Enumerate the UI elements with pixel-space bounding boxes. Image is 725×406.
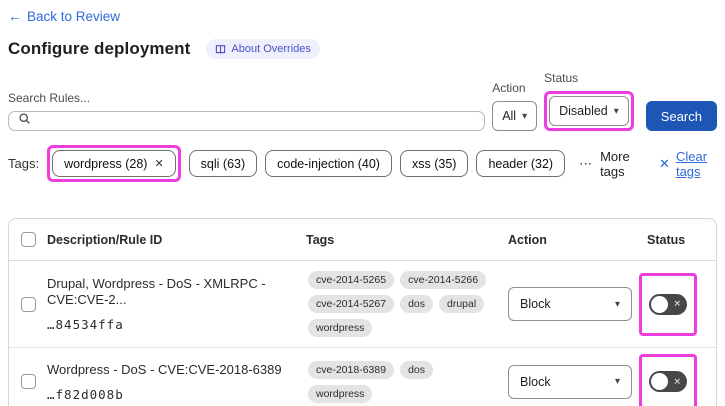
tag-filter-pill[interactable]: sqli (63) <box>188 150 258 177</box>
page-title: Configure deployment <box>8 39 191 58</box>
search-input[interactable] <box>38 113 476 129</box>
chevron-down-icon: ▾ <box>614 376 620 388</box>
action-select[interactable]: Block ▾ <box>508 287 632 321</box>
toggle-off-icon: ✕ <box>673 298 681 309</box>
action-select-value: Block <box>520 297 551 311</box>
about-overrides-badge[interactable]: About Overrides <box>206 39 320 59</box>
more-tags-label: More tags <box>600 148 630 179</box>
table-row: Wordpress - DoS - CVE:CVE-2018-6389 …f82… <box>9 348 716 406</box>
row-checkbox[interactable] <box>20 296 36 312</box>
table-header-row: Description/Rule ID Tags Action Status <box>9 219 716 261</box>
rule-tags: cve-2018-6389 dos wordpress <box>306 351 506 406</box>
configure-deployment-page: ← Back to Review Configure deployment Ab… <box>0 0 725 406</box>
rule-tags: cve-2014-5265 cve-2014-5266 cve-2014-5267 d… <box>306 261 506 347</box>
search-button[interactable]: Search <box>645 101 717 131</box>
remove-tag-icon[interactable]: ✕ <box>154 157 163 170</box>
chevron-down-icon: ▾ <box>613 105 619 117</box>
rule-tag-badge: drupal <box>439 295 485 313</box>
status-filter-select[interactable]: Disabled ▾ <box>549 96 629 126</box>
tag-filter-pill[interactable]: code-injection (40) <box>265 150 392 177</box>
clear-icon: ✕ <box>659 155 670 171</box>
toggle-knob <box>651 295 668 313</box>
status-toggle[interactable]: ✕ <box>649 371 687 393</box>
status-filter-label: Status <box>544 71 579 85</box>
rule-tag-badge: wordpress <box>308 319 373 337</box>
rule-description: Wordpress - DoS - CVE:CVE-2018-6389 <box>47 362 282 377</box>
column-header-status: Status <box>647 232 686 247</box>
back-to-review-link[interactable]: ← Back to Review <box>8 8 120 24</box>
table-row: Drupal, Wordpress - DoS - XMLRPC - CVE:C… <box>9 261 716 348</box>
status-toggle-highlight: ✕ <box>639 272 697 336</box>
badge-label: About Overrides <box>231 43 311 55</box>
more-tags-button[interactable]: ⋯ More tags <box>579 149 639 179</box>
toggle-off-icon: ✕ <box>673 376 681 387</box>
tag-filter-pill[interactable]: xss (35) <box>399 150 469 177</box>
rule-tag-badge: cve-2014-5267 <box>308 295 395 313</box>
status-filter-value: Disabled <box>559 104 608 118</box>
action-filter-label: Action <box>492 81 526 95</box>
action-select-value: Block <box>520 374 551 389</box>
search-rules-label: Search Rules... <box>8 91 91 105</box>
column-header-description: Description/Rule ID <box>47 232 163 247</box>
search-rules-inputbox[interactable] <box>8 111 486 131</box>
selected-tag-highlight: wordpress (28) ✕ <box>47 145 181 182</box>
chevron-down-icon: ▾ <box>614 298 620 310</box>
clear-tags-button[interactable]: ✕ Clear tags <box>659 149 717 179</box>
rules-table: Description/Rule ID Tags Action Status D… <box>8 218 717 406</box>
column-header-tags: Tags <box>306 232 335 247</box>
action-select[interactable]: Block ▾ <box>508 364 632 399</box>
action-filter-value: All <box>502 109 517 123</box>
tags-bar-label: Tags: <box>8 156 40 171</box>
selected-tag-label: wordpress (28) <box>64 156 148 171</box>
tag-filter-pill[interactable]: header (32) <box>476 150 566 177</box>
tag-filter-pill-wordpress[interactable]: wordpress (28) ✕ <box>52 150 176 177</box>
ellipsis-icon: ⋯ <box>579 155 594 171</box>
rule-tag-badge: dos <box>400 295 433 313</box>
status-toggle-highlight: ✕ <box>639 354 697 406</box>
rule-description: Drupal, Wordpress - DoS - XMLRPC - CVE:C… <box>47 276 266 307</box>
back-link-label: Back to Review <box>27 8 121 24</box>
chevron-down-icon: ▾ <box>522 110 528 122</box>
row-checkbox[interactable] <box>20 374 36 390</box>
search-icon <box>18 112 31 130</box>
column-header-action: Action <box>508 232 547 247</box>
rule-id: …f82d008b <box>47 386 124 402</box>
rule-tag-badge: dos <box>400 360 433 379</box>
book-icon <box>215 44 226 55</box>
status-toggle[interactable]: ✕ <box>649 293 687 315</box>
rule-tag-badge: cve-2014-5265 <box>308 271 395 289</box>
select-all-checkbox[interactable] <box>20 232 36 247</box>
toggle-knob <box>651 373 668 391</box>
clear-tags-label: Clear tags <box>675 148 708 179</box>
rule-tag-badge: cve-2014-5266 <box>400 271 487 289</box>
rule-id: …84534ffa <box>47 316 124 332</box>
status-filter-highlight: Disabled ▾ <box>544 91 634 131</box>
rule-tag-badge: cve-2018-6389 <box>308 360 395 379</box>
back-arrow-icon: ← <box>8 8 22 24</box>
rule-tag-badge: wordpress <box>308 384 373 403</box>
action-filter-select[interactable]: All ▾ <box>492 101 538 131</box>
tag-filter-pills: sqli (63) code-injection (40) xss (35) head… <box>188 150 566 177</box>
